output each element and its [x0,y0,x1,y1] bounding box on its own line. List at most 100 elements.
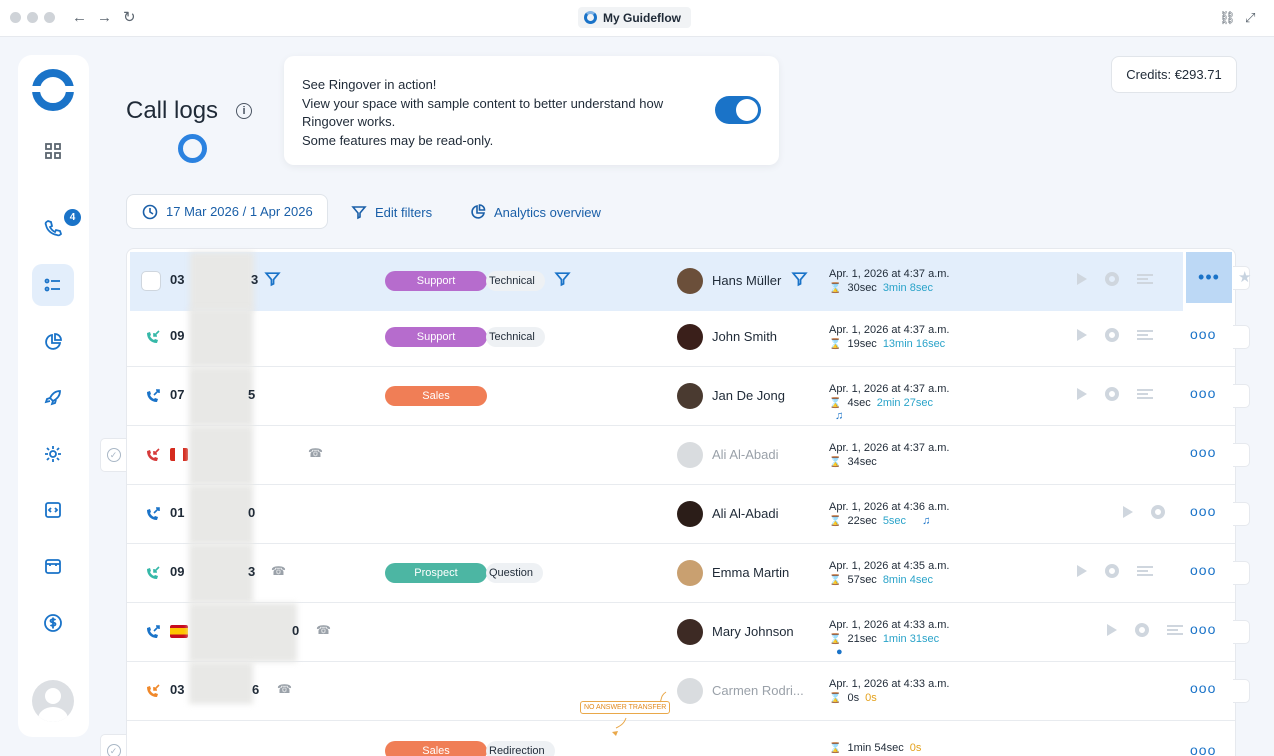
more-options-button[interactable]: ooo [1190,562,1216,578]
gear-icon[interactable] [1105,387,1119,401]
sidebar-item-analytics[interactable] [32,321,74,363]
table-row[interactable]: ☎ Ali Al-Abadi Apr. 1, 2026 at 4:37 a.m.… [127,426,1250,485]
gear-icon[interactable] [1105,564,1119,578]
star-icon[interactable]: ★ [1238,268,1251,286]
browser-toolbar: ← → ↻ My Guideflow ⛓ ⤢ [0,0,1274,37]
forward-arrow-icon[interactable]: → [97,9,112,27]
contact-name[interactable]: Carmen Rodri... [712,683,804,698]
tag-primary[interactable]: Support [385,271,487,291]
filter-icon[interactable] [791,270,808,287]
redacted-number [189,603,297,662]
tag-secondary[interactable]: Technical [486,327,545,347]
gear-icon[interactable] [1105,272,1119,286]
sidebar-item-developer[interactable] [32,489,74,531]
call-durations: ⌛ 1min 54sec 0s [829,742,921,754]
tag-primary[interactable]: Support [385,327,487,347]
add-to-list-icon[interactable] [1167,625,1183,635]
ring-duration: 0s [847,692,860,704]
info-icon[interactable]: i [236,103,252,119]
more-options-button[interactable]: ooo [1190,444,1216,460]
gear-icon[interactable] [1135,623,1149,637]
contact-name[interactable]: Jan De Jong [712,388,785,403]
filter-icon[interactable] [264,270,281,287]
gear-icon[interactable] [1151,505,1165,519]
more-options-button[interactable]: ooo [1190,385,1216,401]
reload-icon[interactable]: ↻ [123,9,136,27]
sidebar-item-call-logs[interactable] [32,264,74,306]
ringover-logo[interactable] [30,69,76,111]
add-to-list-icon[interactable] [1137,330,1153,340]
contact-name[interactable]: John Smith [712,329,777,344]
credits-balance[interactable]: Credits: €293.71 [1111,56,1237,93]
sidebar-item-onboarding[interactable] [32,377,74,419]
play-icon[interactable] [1077,388,1087,400]
user-icon[interactable]: ● [836,646,843,658]
voicemail-icon: ☎ [277,682,292,696]
table-row[interactable]: 01 0 Ali Al-Abadi Apr. 1, 2026 at 4:36 a… [127,485,1250,544]
expand-icon[interactable]: ⤢ [1245,10,1255,26]
row-checkbox[interactable] [141,271,161,291]
table-row[interactable]: 03 6 ☎ Carmen Rodri... Apr. 1, 2026 at 4… [127,662,1250,721]
close-window-button[interactable] [10,12,21,23]
play-icon[interactable] [1077,329,1087,341]
more-options-button[interactable]: ooo [1190,742,1216,756]
date-range-button[interactable]: 17 Mar 2026 / 1 Apr 2026 [126,194,328,229]
link-icon[interactable]: ⛓ [1219,10,1236,26]
more-options-button[interactable]: ooo [1190,680,1216,696]
add-to-list-icon[interactable] [1137,274,1153,284]
contact-name[interactable]: Mary Johnson [712,624,794,639]
back-arrow-icon[interactable]: ← [72,9,87,27]
call-datetime: Apr. 1, 2026 at 4:37 a.m. [829,442,950,454]
table-row[interactable]: 07 5 Sales Jan De Jong Apr. 1, 2026 at 4… [127,367,1250,426]
call-datetime: Apr. 1, 2026 at 4:37 a.m. [829,324,950,336]
more-options-button[interactable]: ooo [1190,621,1216,637]
filter-icon[interactable] [554,270,571,287]
sidebar-item-billing[interactable] [32,602,74,644]
add-to-list-icon[interactable] [1137,566,1153,576]
music-note-icon[interactable]: ♫ [922,515,930,527]
add-to-list-icon[interactable] [1137,389,1153,399]
phone-number-suffix: 6 [252,682,260,697]
transfer-arrow-icon [612,691,667,736]
more-options-button[interactable]: ooo [1190,326,1216,342]
user-avatar[interactable] [32,680,74,722]
more-options-button[interactable]: ooo [1190,503,1216,519]
sidebar-item-settings[interactable] [32,433,74,475]
contact-name[interactable]: Ali Al-Abadi [712,506,778,521]
row-check-toggle[interactable]: ✓ [100,734,126,756]
table-row[interactable]: 09 Support Technical John Smith Apr. 1, … [127,308,1250,367]
contact-name[interactable]: Hans Müller [712,273,781,288]
table-row[interactable]: Sales Redirection ⌛ 1min 54sec 0s ooo [127,721,1235,756]
tag-primary[interactable]: Sales [385,741,487,756]
maximize-window-button[interactable] [44,12,55,23]
table-row[interactable]: 09 3 ☎ Prospect Question Emma Martin Apr… [127,544,1250,603]
music-note-icon[interactable]: ♫ [835,410,843,422]
analytics-overview-button[interactable]: Analytics overview [470,204,601,220]
tag-secondary[interactable]: Redirection [486,741,555,756]
edit-filters-label: Edit filters [375,204,433,220]
store-icon [45,559,61,574]
sidebar-item-dashboard[interactable] [32,130,74,172]
minimize-window-button[interactable] [27,12,38,23]
table-row[interactable]: 0 ☎ Mary Johnson Apr. 1, 2026 at 4:33 a.… [127,603,1250,662]
play-icon[interactable] [1077,273,1087,285]
play-icon[interactable] [1123,506,1133,518]
contact-name[interactable]: Emma Martin [712,565,789,580]
play-icon[interactable] [1077,565,1087,577]
tag-secondary[interactable]: Technical [486,271,545,291]
tab-title[interactable]: My Guideflow [578,7,691,28]
table-row[interactable]: 03 3 Support Technical Hans Müller Apr. … [130,252,1183,311]
sidebar-item-store[interactable] [32,545,74,587]
row-check-toggle[interactable]: ✓ [100,438,126,472]
tag-primary[interactable]: Prospect [385,563,487,583]
demo-mode-toggle[interactable] [715,96,761,124]
edit-filters-button[interactable]: Edit filters [351,204,432,220]
tag-primary[interactable]: Sales [385,386,487,406]
dollar-icon [44,614,62,632]
more-options-button[interactable]: ••• [1186,252,1232,303]
redacted-number [189,367,253,426]
gear-icon[interactable] [1105,328,1119,342]
tag-secondary[interactable]: Question [486,563,544,583]
contact-name[interactable]: Ali Al-Abadi [712,447,778,462]
play-icon[interactable] [1107,624,1117,636]
